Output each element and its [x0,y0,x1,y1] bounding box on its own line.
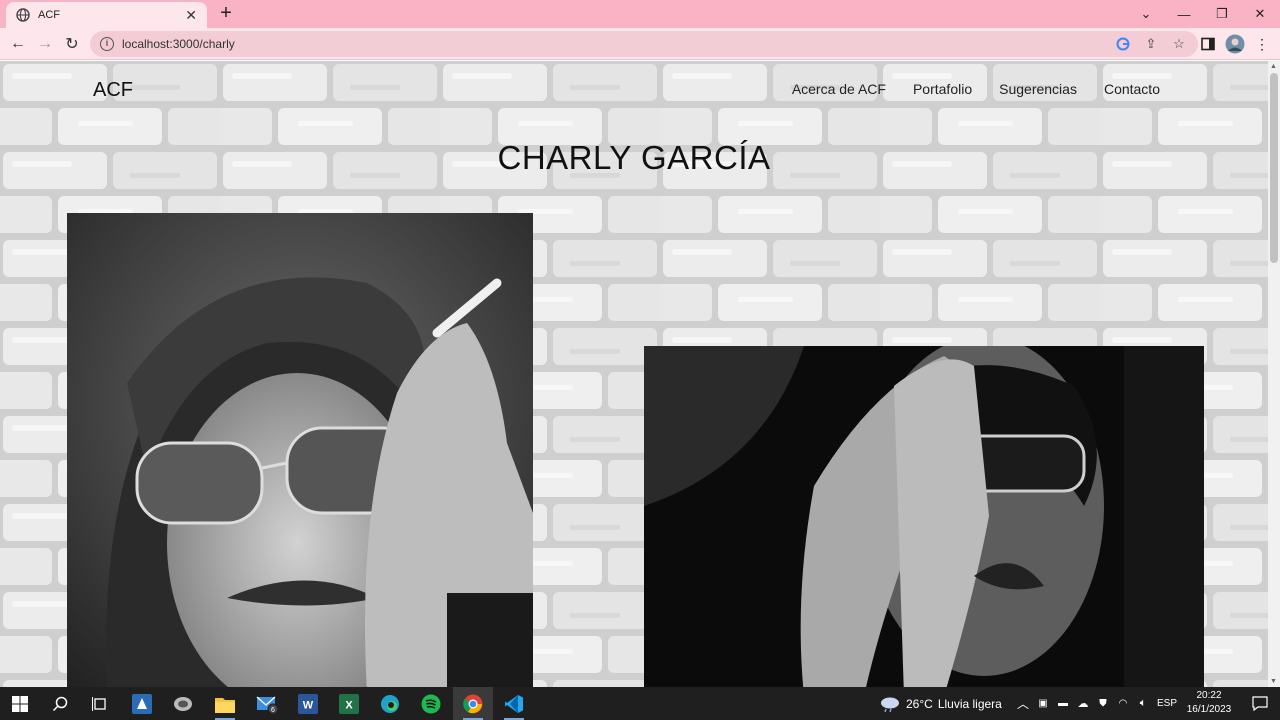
shield-icon[interactable]: ⛊ [1093,698,1113,709]
scrollbar-thumb[interactable] [1270,73,1278,263]
back-icon[interactable]: ← [6,32,30,56]
tray-icons: ︿ ▣ ▬ ☁ ⛊ ◠ 🔈︎ ESP [1013,687,1181,720]
nav-link-portafolio[interactable]: Portafolio [913,81,972,97]
scroll-up-icon[interactable]: ▲ [1270,63,1277,70]
vscode-icon[interactable] [494,687,534,720]
google-icon[interactable] [1114,35,1132,53]
app-icon[interactable] [122,687,162,720]
nav-link-sugerencias[interactable]: Sugerencias [999,81,1077,97]
restore-icon[interactable]: ❐ [1203,0,1241,28]
word-icon[interactable]: W [288,687,328,720]
battery-icon[interactable]: ▬ [1053,698,1073,709]
onedrive-icon[interactable]: ☁ [1073,697,1093,710]
browser-toolbar: ← → ↻ i localhost:3000/charly ⇪ ☆ ⋮ [0,28,1280,60]
weather-text: Lluvia ligera [937,696,1002,711]
tab-title: ACF [38,9,60,21]
clock-time: 20:22 [1196,690,1222,701]
nav-link-contacto[interactable]: Contacto [1104,81,1160,97]
svg-text:X: X [345,699,353,711]
file-explorer-icon[interactable] [205,687,245,720]
browser-tab[interactable]: ACF ✕ [6,2,207,28]
weather-temp: 26°C [906,696,933,711]
language-indicator[interactable]: ESP [1153,698,1181,709]
new-tab-button[interactable]: + [216,3,236,25]
chevron-up-icon[interactable]: ︿ [1013,695,1033,712]
url-text[interactable]: localhost:3000/charly [122,37,1104,51]
globe-icon [16,8,30,22]
search-icon[interactable] [40,687,80,720]
excel-icon[interactable]: X [329,687,369,720]
mail-icon[interactable]: 6 [247,687,287,720]
menu-icon[interactable]: ⋮ [1252,34,1272,54]
clock[interactable]: 20:22 16/1/2023 [1180,689,1238,717]
chrome-icon[interactable] [453,687,493,720]
spotify-icon[interactable] [411,687,451,720]
tab-search-chevron-down-icon[interactable]: ⌄ [1127,0,1165,28]
tab-close-icon[interactable]: ✕ [185,7,197,24]
clock-date: 16/1/2023 [1186,704,1232,715]
avatar[interactable] [1225,34,1245,54]
volume-icon[interactable]: 🔈︎ [1133,697,1153,710]
app-icon[interactable] [163,687,203,720]
wifi-icon[interactable]: ◠ [1113,698,1133,709]
windows-start-icon[interactable] [0,687,40,720]
sidepanel-icon[interactable] [1198,34,1218,54]
weather-widget[interactable]: 26°C Lluvia ligera [879,687,1002,720]
scroll-down-icon[interactable]: ▼ [1270,678,1277,685]
cloud-rain-icon [881,697,899,712]
windows-taskbar: 6 W X 26°C Lluvia ligera ︿ ▣ ▬ ☁ ⛊ ◠ 🔈︎ … [0,687,1280,720]
forward-icon[interactable]: → [33,32,57,56]
edge-icon[interactable] [370,687,410,720]
site-nav: Acerca de ACF Portafolio Sugerencias Con… [792,81,1160,97]
star-icon[interactable]: ☆ [1170,35,1188,53]
charly-photo-hand [644,346,1204,687]
browser-tab-strip: ACF ✕ + ⌄ — ❐ ✕ [0,0,1280,28]
site-logo[interactable]: ACF [93,79,133,102]
share-icon[interactable]: ⇪ [1142,35,1160,53]
device-icon[interactable]: ▣ [1033,698,1053,709]
minimize-icon[interactable]: — [1165,0,1203,28]
mail-badge: 6 [271,707,275,714]
page-title: CHARLY GARCÍA [497,139,771,176]
site-header: ACF Acerca de ACF Portafolio Sugerencias… [0,61,1268,117]
page-scrollbar[interactable]: ▲ ▼ [1268,61,1280,687]
address-bar[interactable]: i localhost:3000/charly ⇪ ☆ [90,31,1198,57]
info-icon[interactable]: i [100,37,114,51]
svg-text:W: W [303,699,314,711]
charly-photo-aviator [67,213,533,687]
reload-icon[interactable]: ↻ [60,32,84,56]
page-viewport: ACF Acerca de ACF Portafolio Sugerencias… [0,61,1268,687]
notification-icon[interactable] [1240,687,1280,720]
nav-link-acerca[interactable]: Acerca de ACF [792,81,886,97]
task-view-icon[interactable] [80,687,120,720]
window-close-icon[interactable]: ✕ [1241,0,1279,28]
